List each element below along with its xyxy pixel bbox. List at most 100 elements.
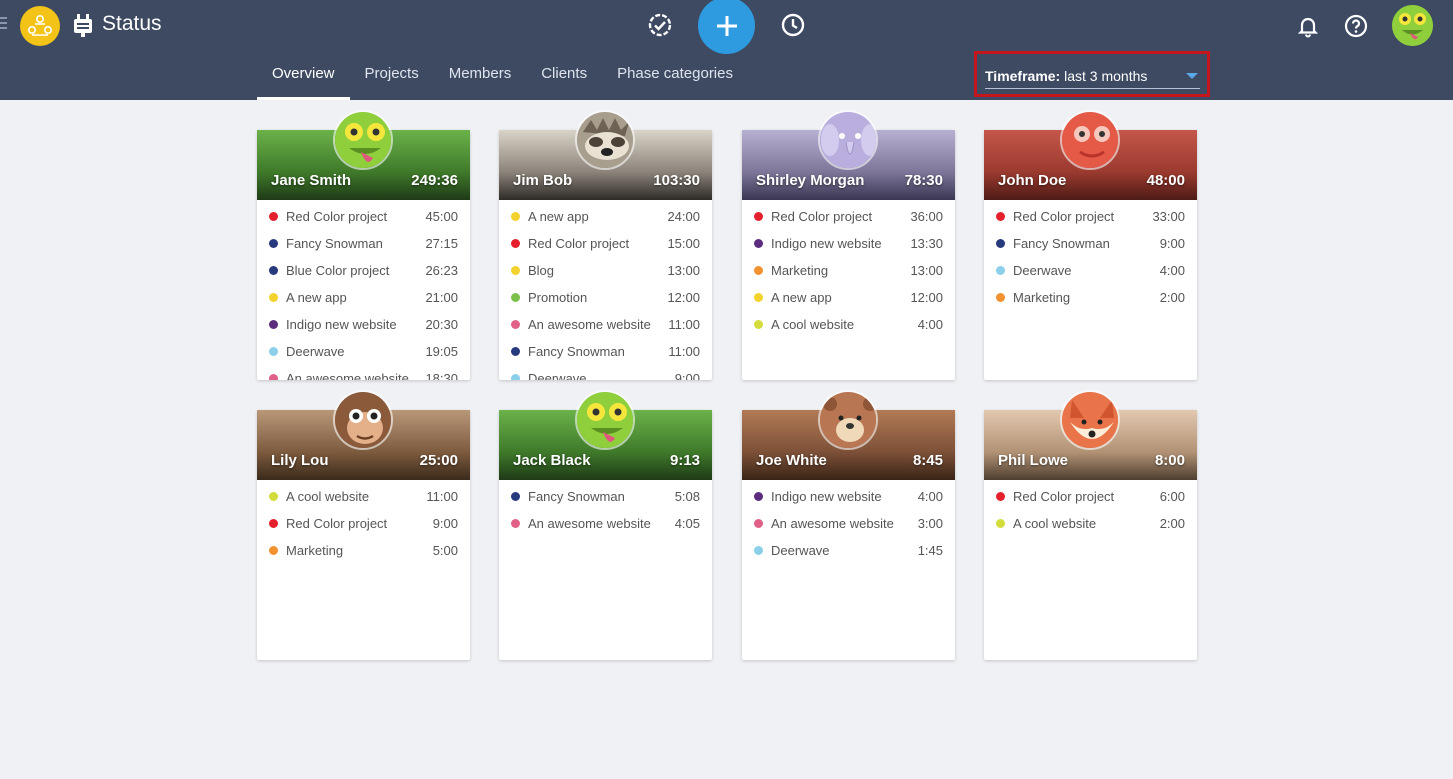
- project-name: Fancy Snowman: [286, 236, 383, 251]
- project-color-dot: [511, 347, 520, 356]
- member-name[interactable]: Jim Bob: [513, 172, 572, 189]
- member-card[interactable]: Jane Smith 249:36 Red Color project 45:00 Fa…: [257, 110, 470, 380]
- project-hours: 27:15: [425, 236, 458, 251]
- project-row[interactable]: Deerwave 19:05: [257, 338, 470, 365]
- project-color-dot: [996, 293, 1005, 302]
- menu-handle-icon[interactable]: [0, 17, 7, 31]
- project-row[interactable]: A new app 24:00: [499, 203, 712, 230]
- project-color-dot: [511, 239, 520, 248]
- project-color-dot: [754, 492, 763, 501]
- project-row[interactable]: A cool website 11:00: [257, 483, 470, 510]
- project-name: Fancy Snowman: [528, 489, 625, 504]
- project-hours: 20:30: [425, 317, 458, 332]
- project-name: Red Color project: [771, 209, 873, 224]
- project-row[interactable]: Marketing 5:00: [257, 537, 470, 564]
- tab-overview[interactable]: Overview: [257, 56, 350, 100]
- project-row[interactable]: Red Color project 6:00: [984, 483, 1197, 510]
- project-hours: 4:00: [917, 317, 943, 332]
- member-card[interactable]: Joe White 8:45 Indigo new website 4:00 An aw…: [742, 390, 955, 660]
- project-row[interactable]: Fancy Snowman 5:08: [499, 483, 712, 510]
- app-logo[interactable]: [20, 6, 60, 46]
- tab-phase-categories[interactable]: Phase categories: [602, 56, 748, 100]
- project-hours: 5:08: [674, 489, 700, 504]
- member-card[interactable]: John Doe 48:00 Red Color project 33:00 Fancy…: [984, 110, 1197, 380]
- project-row[interactable]: Marketing 13:00: [742, 257, 955, 284]
- project-row[interactable]: An awesome website 11:00: [499, 311, 712, 338]
- member-card[interactable]: Phil Lowe 8:00 Red Color project 6:00 A cool…: [984, 390, 1197, 660]
- project-row[interactable]: A cool website 2:00: [984, 510, 1197, 537]
- project-row[interactable]: Red Color project 15:00: [499, 230, 712, 257]
- member-name[interactable]: Shirley Morgan: [756, 172, 864, 189]
- project-row[interactable]: Blog 13:00: [499, 257, 712, 284]
- notifications-bell-icon[interactable]: [1296, 14, 1320, 38]
- project-list: Red Color project 45:00 Fancy Snowman 27:15…: [257, 200, 470, 380]
- member-name[interactable]: Joe White: [756, 452, 827, 469]
- project-color-dot: [754, 293, 763, 302]
- tab-members[interactable]: Members: [434, 56, 527, 100]
- member-avatar: [1060, 390, 1120, 450]
- project-hours: 21:00: [425, 290, 458, 305]
- project-row[interactable]: Promotion 12:00: [499, 284, 712, 311]
- project-list: Red Color project 36:00 Indigo new website…: [742, 200, 955, 380]
- project-row[interactable]: Fancy Snowman 11:00: [499, 338, 712, 365]
- project-row[interactable]: Red Color project 9:00: [257, 510, 470, 537]
- add-entry-button[interactable]: [698, 0, 755, 54]
- member-card[interactable]: Shirley Morgan 78:30 Red Color project 36:0…: [742, 110, 955, 380]
- project-color-dot: [754, 266, 763, 275]
- member-name[interactable]: Phil Lowe: [998, 452, 1068, 469]
- project-row[interactable]: An awesome website 18:30: [257, 365, 470, 380]
- project-row[interactable]: Indigo new website 13:30: [742, 230, 955, 257]
- member-name[interactable]: Lily Lou: [271, 452, 329, 469]
- tab-projects[interactable]: Projects: [350, 56, 434, 100]
- project-row[interactable]: Red Color project 36:00: [742, 203, 955, 230]
- user-avatar[interactable]: [1392, 5, 1433, 46]
- project-color-dot: [269, 266, 278, 275]
- member-card[interactable]: Jack Black 9:13 Fancy Snowman 5:08 An awesom…: [499, 390, 712, 660]
- project-color-dot: [511, 266, 520, 275]
- project-row[interactable]: Deerwave 1:45: [742, 537, 955, 564]
- member-card[interactable]: Jim Bob 103:30 A new app 24:00 Red Color pro…: [499, 110, 712, 380]
- project-name: An awesome website: [286, 371, 409, 380]
- project-row[interactable]: A new app 21:00: [257, 284, 470, 311]
- project-row[interactable]: Fancy Snowman 9:00: [984, 230, 1197, 257]
- project-row[interactable]: Blue Color project 26:23: [257, 257, 470, 284]
- project-name: Blog: [528, 263, 555, 278]
- project-name: An awesome website: [528, 317, 651, 332]
- project-row[interactable]: Fancy Snowman 27:15: [257, 230, 470, 257]
- project-row[interactable]: An awesome website 3:00: [742, 510, 955, 537]
- member-name[interactable]: Jack Black: [513, 452, 591, 469]
- project-color-dot: [269, 492, 278, 501]
- member-total-hours: 78:30: [904, 172, 943, 189]
- project-name: Red Color project: [286, 209, 388, 224]
- member-name[interactable]: John Doe: [998, 172, 1066, 189]
- project-row[interactable]: Red Color project 33:00: [984, 203, 1197, 230]
- project-row[interactable]: Indigo new website 20:30: [257, 311, 470, 338]
- project-color-dot: [269, 519, 278, 528]
- project-name: A new app: [771, 290, 832, 305]
- project-name: Indigo new website: [286, 317, 397, 332]
- project-row[interactable]: A new app 12:00: [742, 284, 955, 311]
- project-row[interactable]: A cool website 4:00: [742, 311, 955, 338]
- member-name[interactable]: Jane Smith: [271, 172, 351, 189]
- project-color-dot: [269, 320, 278, 329]
- clock-icon[interactable]: [780, 12, 806, 38]
- help-icon[interactable]: [1344, 14, 1368, 38]
- member-total-hours: 8:45: [912, 452, 943, 469]
- project-row[interactable]: Deerwave 4:00: [984, 257, 1197, 284]
- project-list: A cool website 11:00 Red Color project 9:00…: [257, 480, 470, 660]
- project-hours: 11:00: [668, 344, 700, 359]
- project-name: Blue Color project: [286, 263, 390, 278]
- project-row[interactable]: An awesome website 4:05: [499, 510, 712, 537]
- project-hours: 2:00: [1159, 516, 1185, 531]
- project-row[interactable]: Indigo new website 4:00: [742, 483, 955, 510]
- member-card[interactable]: Lily Lou 25:00 A cool website 11:00 Red Colo…: [257, 390, 470, 660]
- timeframe-select[interactable]: Timeframe: last 3 months: [985, 59, 1200, 89]
- project-name: A cool website: [286, 489, 370, 504]
- tab-clients[interactable]: Clients: [526, 56, 602, 100]
- project-hours: 11:00: [668, 317, 700, 332]
- member-avatar: [818, 110, 878, 170]
- project-row[interactable]: Deerwave 9:00: [499, 365, 712, 380]
- approve-check-icon[interactable]: [647, 12, 673, 38]
- project-row[interactable]: Red Color project 45:00: [257, 203, 470, 230]
- project-row[interactable]: Marketing 2:00: [984, 284, 1197, 311]
